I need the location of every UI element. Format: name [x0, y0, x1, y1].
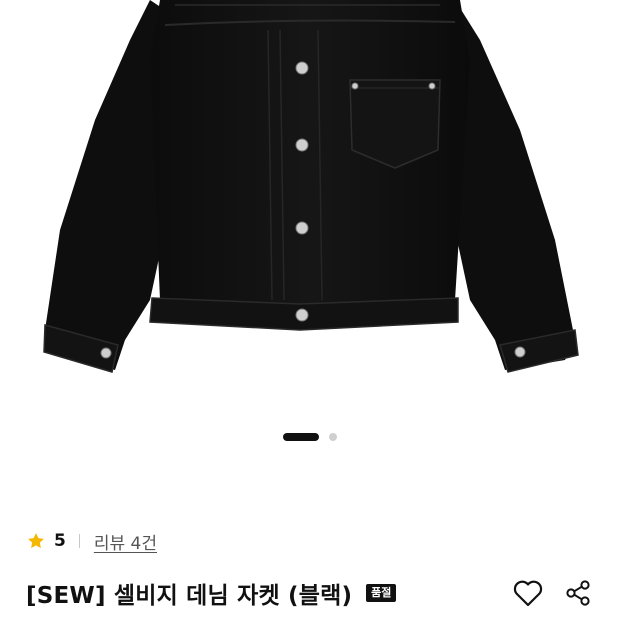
- soldout-badge: 품절: [366, 584, 397, 602]
- like-button[interactable]: [512, 577, 544, 609]
- pager-dot[interactable]: [329, 433, 337, 441]
- product-image[interactable]: [0, 0, 620, 420]
- share-icon: [566, 580, 590, 606]
- divider: [78, 534, 80, 548]
- actions: [512, 577, 594, 609]
- rating-value: 5: [54, 531, 66, 551]
- product-title: [SEW] 셀비지 데님 자켓 (블랙): [26, 583, 353, 609]
- title-row: [SEW] 셀비지 데님 자켓 (블랙) 품절: [26, 572, 594, 614]
- review-count-link[interactable]: 리뷰 4건: [94, 529, 157, 554]
- share-button[interactable]: [562, 577, 594, 609]
- star-icon: [28, 533, 44, 549]
- image-pager[interactable]: [0, 432, 620, 442]
- rating-row: 5 리뷰 4건: [26, 528, 157, 554]
- heart-icon: [513, 580, 543, 607]
- jacket-photo: [43, 0, 579, 373]
- pager-dot-active[interactable]: [283, 433, 319, 441]
